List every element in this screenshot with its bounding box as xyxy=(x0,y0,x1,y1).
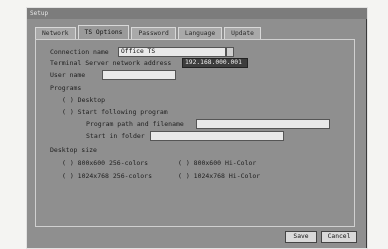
radio-1024-256[interactable]: ( ) 1024x768 256-colors xyxy=(62,172,152,180)
connection-name-dropdown[interactable]: Office TS xyxy=(118,47,226,57)
start-folder-field[interactable] xyxy=(150,131,284,141)
tab-update[interactable]: Update xyxy=(224,27,261,39)
start-folder-label: Start in folder xyxy=(86,132,145,140)
programs-heading: Programs xyxy=(50,84,82,92)
radio-start-program[interactable]: ( ) Start following program xyxy=(62,108,168,116)
radio-1024-hicolor[interactable]: ( ) 1024x768 Hi-Color xyxy=(178,172,260,180)
user-name-label: User name xyxy=(50,71,86,79)
tab-network[interactable]: Network xyxy=(35,27,76,39)
radio-800-hicolor[interactable]: ( ) 800x600 Hi-Color xyxy=(178,159,256,167)
save-button[interactable]: Save xyxy=(285,231,317,243)
program-path-label: Program path and filename xyxy=(86,120,184,128)
cancel-button[interactable]: Cancel xyxy=(321,231,357,243)
tab-password[interactable]: Password xyxy=(131,27,176,39)
tab-bar: Network TS Options Password Language Upd… xyxy=(35,25,263,39)
radio-desktop[interactable]: ( ) Desktop xyxy=(62,96,105,104)
tab-ts-options[interactable]: TS Options xyxy=(77,25,130,39)
setup-window: Setup Network TS Options Password Langua… xyxy=(26,7,368,249)
ts-options-panel: Connection name Office TS Terminal Serve… xyxy=(35,39,355,227)
program-path-field[interactable] xyxy=(196,119,330,129)
radio-800-256[interactable]: ( ) 800x600 256-colors xyxy=(62,159,148,167)
chevron-down-icon[interactable] xyxy=(226,47,234,57)
ts-address-label: Terminal Server network address xyxy=(50,59,172,67)
ts-address-field[interactable]: 192.168.000.001 xyxy=(182,58,248,68)
user-name-field[interactable] xyxy=(102,70,176,80)
tab-language[interactable]: Language xyxy=(177,27,223,39)
desktop-size-heading: Desktop size xyxy=(50,146,97,154)
window-title: Setup xyxy=(27,8,367,19)
connection-name-label: Connection name xyxy=(50,48,109,56)
